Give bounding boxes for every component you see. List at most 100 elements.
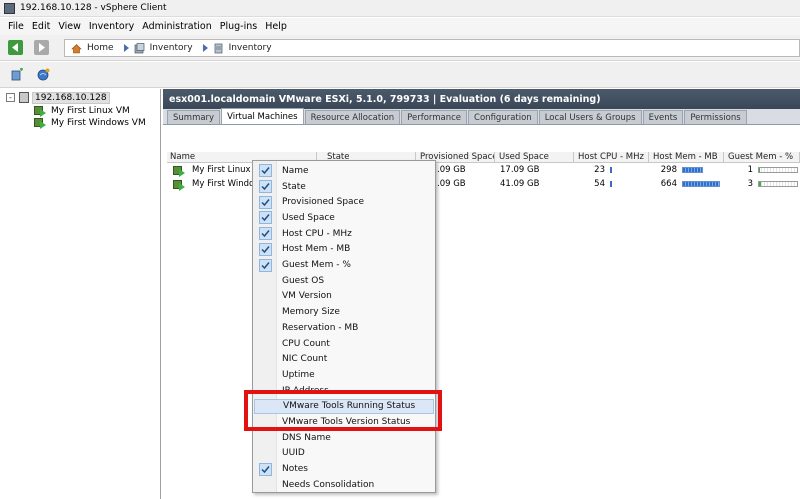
chevron-right-icon — [202, 44, 208, 52]
menu-item-label: Reservation - MB — [282, 322, 359, 333]
menu-item[interactable]: Notes — [254, 461, 434, 477]
menu-item[interactable]: DNS Name — [254, 430, 434, 446]
column-header-used-space[interactable]: Used Space — [496, 152, 574, 163]
menu-item[interactable]: Host CPU - MHz — [254, 226, 434, 242]
menu-item-label: Needs Consolidation — [282, 479, 375, 490]
breadcrumb-home[interactable]: Home — [87, 43, 114, 53]
menu-plugins[interactable]: Plug-ins — [220, 21, 257, 32]
menu-item[interactable]: Uptime — [254, 367, 434, 383]
menu-item[interactable]: Name — [254, 163, 434, 179]
checkbox-empty — [259, 368, 272, 381]
checkbox-empty — [259, 306, 272, 319]
checkmark-icon — [259, 258, 272, 272]
cell-used-space: 41.09 GB — [500, 179, 540, 189]
tab-summary[interactable]: Summary — [167, 110, 221, 124]
menu-item-label: Host Mem - MB — [282, 244, 351, 255]
back-button[interactable] — [8, 40, 23, 55]
menu-item[interactable]: NIC Count — [254, 351, 434, 367]
cell-host-mem: 298 — [660, 165, 677, 175]
checkbox-empty — [259, 447, 272, 460]
action-toolbar — [0, 62, 800, 88]
menu-item-label: Used Space — [282, 212, 335, 223]
tree-host-label[interactable]: 192.168.10.128 — [32, 91, 110, 104]
guest-mem-bar — [758, 180, 798, 187]
breadcrumb-inventory[interactable]: Inventory — [150, 43, 193, 53]
menu-item[interactable]: Provisioned Space — [254, 194, 434, 210]
forward-button[interactable] — [34, 40, 49, 55]
tab-configuration[interactable]: Configuration — [468, 110, 538, 124]
new-vm-icon[interactable] — [11, 68, 24, 81]
guest-mem-fill — [759, 181, 761, 186]
tree-host-row[interactable]: - 192.168.10.128 — [6, 91, 110, 104]
tab-permissions[interactable]: Permissions — [684, 110, 747, 124]
tree-vm-label[interactable]: My First Windows VM — [51, 118, 146, 128]
refresh-globe-icon[interactable] — [37, 68, 50, 81]
menu-item-label: Guest Mem - % — [282, 260, 351, 271]
checkbox-empty — [259, 478, 272, 491]
cell-guest-mem: 3 — [747, 179, 753, 189]
mem-usage-bar — [682, 166, 703, 173]
column-header-host-mem[interactable]: Host Mem - MB — [650, 152, 724, 163]
menu-item[interactable]: CPU Count — [254, 336, 434, 352]
menu-file[interactable]: File — [8, 21, 24, 32]
menu-inventory[interactable]: Inventory — [89, 21, 134, 32]
checkmark-icon — [259, 462, 272, 476]
tab-local-users-groups[interactable]: Local Users & Groups — [538, 110, 642, 124]
cell-host-cpu: 23 — [594, 165, 605, 175]
menu-item-label: Uptime — [282, 369, 315, 380]
column-header-host-cpu[interactable]: Host CPU - MHz — [575, 152, 649, 163]
checkmark-icon — [259, 242, 272, 256]
menu-item[interactable]: Needs Consolidation — [254, 477, 434, 493]
tree-vm-row[interactable]: My First Windows VM — [34, 116, 146, 129]
host-server-icon — [19, 92, 29, 103]
checkbox-empty — [259, 337, 272, 350]
cell-host-cpu: 54 — [594, 179, 605, 189]
checkbox-empty — [259, 274, 272, 287]
cell-provisioned-space: .09 GB — [437, 179, 466, 189]
menu-item-label: Name — [282, 165, 309, 176]
inventory-host-icon — [214, 43, 222, 53]
menu-help[interactable]: Help — [265, 21, 287, 32]
menu-item[interactable]: Guest Mem - % — [254, 257, 434, 273]
vsphere-app-icon — [4, 2, 15, 14]
menu-item[interactable]: UUID — [254, 446, 434, 462]
chevron-right-icon — [123, 44, 129, 52]
breadcrumb-inventory-current[interactable]: Inventory — [229, 43, 272, 53]
menu-item-label: UUID — [282, 448, 305, 459]
menu-item-label: Memory Size — [282, 307, 340, 318]
tree-vm-label[interactable]: My First Linux VM — [51, 106, 130, 116]
checkmark-icon — [259, 180, 272, 194]
menu-item[interactable]: State — [254, 179, 434, 195]
collapse-toggle[interactable]: - — [6, 93, 15, 102]
menu-item[interactable]: VM Version — [254, 289, 434, 305]
home-icon — [71, 43, 82, 53]
checkmark-icon — [259, 164, 272, 178]
menu-item[interactable]: Host Mem - MB — [254, 242, 434, 258]
menu-item-label: DNS Name — [282, 432, 331, 443]
menu-bar: File Edit View Inventory Administration … — [0, 18, 800, 35]
menu-item[interactable]: Reservation - MB — [254, 320, 434, 336]
cell-host-mem: 664 — [660, 179, 677, 189]
checkbox-empty — [259, 431, 272, 444]
column-chooser-menu: Name State Provisioned Space Used Space Host… — [252, 160, 436, 493]
menu-item-label: Notes — [282, 464, 308, 475]
checkmark-icon — [259, 227, 272, 241]
menu-administration[interactable]: Administration — [142, 21, 212, 32]
column-header-guest-mem[interactable]: Guest Mem - % — [725, 152, 800, 163]
cpu-usage-bar — [610, 180, 612, 187]
menu-item[interactable]: Used Space — [254, 210, 434, 226]
tab-performance[interactable]: Performance — [401, 110, 468, 124]
menu-item[interactable]: Guest OS — [254, 273, 434, 289]
tab-resource-allocation[interactable]: Resource Allocation — [304, 110, 401, 124]
mem-usage-bar — [682, 180, 720, 187]
tab-events[interactable]: Events — [642, 110, 684, 124]
vm-powered-on-icon — [173, 179, 185, 191]
menu-item-label: VM Version — [282, 291, 332, 302]
menu-view[interactable]: View — [58, 21, 81, 32]
cell-guest-mem: 1 — [747, 165, 753, 175]
tab-virtual-machines[interactable]: Virtual Machines — [221, 108, 304, 124]
window-title: 192.168.10.128 - vSphere Client — [20, 3, 167, 13]
menu-item[interactable]: Memory Size — [254, 304, 434, 320]
menu-edit[interactable]: Edit — [32, 21, 50, 32]
menu-item-label: Host CPU - MHz — [282, 228, 352, 239]
